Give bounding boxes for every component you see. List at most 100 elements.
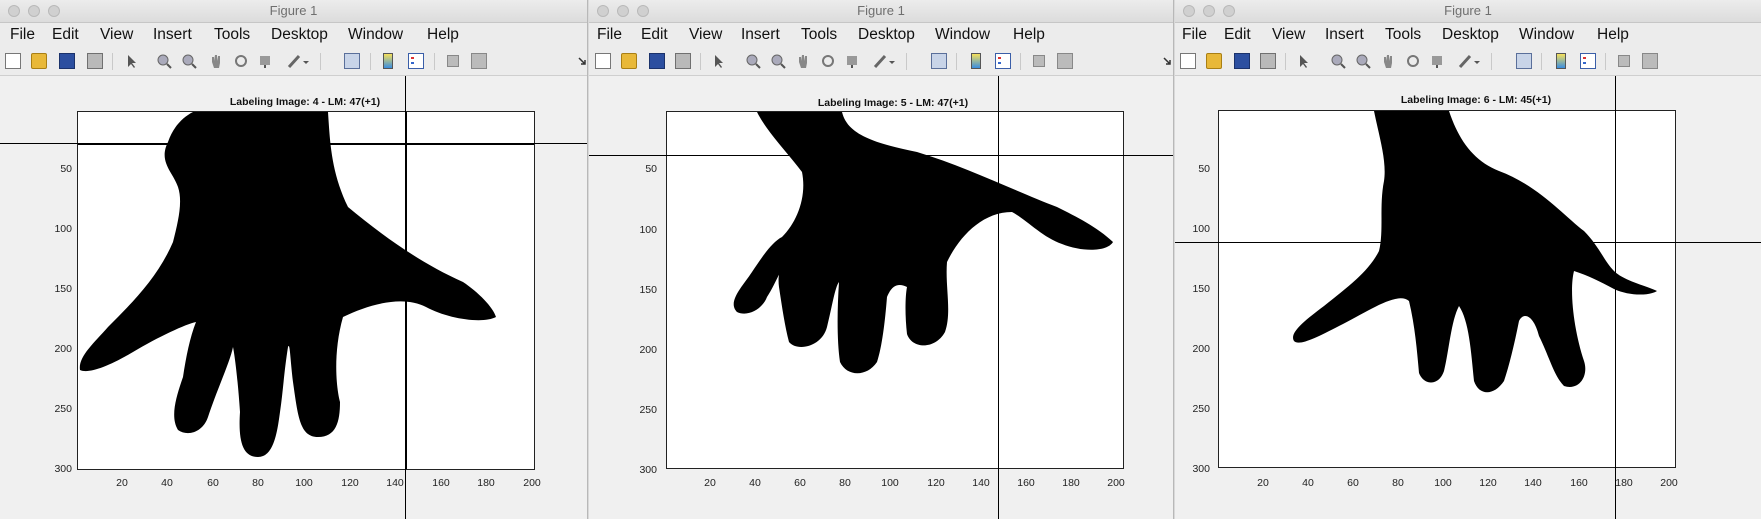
image-axes[interactable] (666, 111, 1124, 469)
title-bar[interactable]: Figure 1 (0, 0, 587, 23)
select-arrow-icon[interactable] (124, 53, 140, 69)
brush-icon[interactable] (286, 53, 302, 69)
brush-dropdown-icon[interactable] (302, 53, 310, 69)
save-icon[interactable] (649, 53, 665, 69)
toolbar-separator (112, 53, 113, 70)
menu-view[interactable]: View (100, 26, 133, 44)
toolbar-separator (906, 53, 907, 70)
link-plot-icon[interactable] (931, 53, 947, 69)
menu-desktop[interactable]: Desktop (271, 26, 328, 44)
save-icon[interactable] (1234, 53, 1250, 69)
data-cursor-icon[interactable] (1430, 53, 1446, 69)
menu-insert[interactable]: Insert (1325, 26, 1364, 44)
colorbar-icon[interactable] (971, 53, 981, 69)
toolbar-separator (1285, 53, 1286, 70)
dock-arrow-icon[interactable] (1162, 53, 1172, 69)
toolbar-separator (320, 53, 321, 70)
menu-help[interactable]: Help (427, 26, 459, 44)
new-figure-icon[interactable] (595, 53, 611, 69)
menu-tools[interactable]: Tools (801, 26, 837, 44)
menu-view[interactable]: View (689, 26, 722, 44)
menu-file[interactable]: File (597, 26, 622, 44)
data-cursor-icon[interactable] (845, 53, 861, 69)
menu-help[interactable]: Help (1013, 26, 1045, 44)
legend-icon[interactable] (995, 53, 1011, 69)
brush-icon[interactable] (1457, 53, 1473, 69)
title-bar[interactable]: Figure 1 (1175, 0, 1761, 23)
print-icon[interactable] (675, 53, 691, 69)
select-arrow-icon[interactable] (1296, 53, 1312, 69)
show-plot-tools-icon[interactable] (471, 53, 487, 69)
image-axes[interactable] (77, 111, 535, 470)
pan-hand-icon[interactable] (208, 53, 224, 69)
figure-window-1: Figure 1 File Edit View Insert Tools Des… (0, 0, 588, 519)
zoom-out-icon[interactable] (770, 53, 786, 69)
zoom-in-icon[interactable] (745, 53, 761, 69)
y-tick-label: 150 (1192, 283, 1210, 295)
window-title: Figure 1 (857, 3, 905, 18)
menu-window[interactable]: Window (1519, 26, 1574, 44)
hide-plot-tools-icon[interactable] (1618, 55, 1630, 67)
zoom-out-icon[interactable] (1355, 53, 1371, 69)
brush-dropdown-icon[interactable] (1473, 53, 1481, 69)
rotate-3d-icon[interactable] (233, 53, 249, 69)
image-axes[interactable] (1218, 110, 1676, 468)
zoom-in-icon[interactable] (156, 53, 172, 69)
zoom-in-icon[interactable] (1330, 53, 1346, 69)
menu-tools[interactable]: Tools (214, 26, 250, 44)
print-icon[interactable] (1260, 53, 1276, 69)
show-plot-tools-icon[interactable] (1642, 53, 1658, 69)
rotate-3d-icon[interactable] (820, 53, 836, 69)
open-file-icon[interactable] (621, 53, 637, 69)
x-tick-label: 140 (1524, 477, 1542, 489)
colorbar-icon[interactable] (1556, 53, 1566, 69)
new-figure-icon[interactable] (5, 53, 21, 69)
link-plot-icon[interactable] (1516, 53, 1532, 69)
save-icon[interactable] (59, 53, 75, 69)
menu-insert[interactable]: Insert (153, 26, 192, 44)
select-arrow-icon[interactable] (711, 53, 727, 69)
legend-icon[interactable] (1580, 53, 1596, 69)
toolbar-separator (1491, 53, 1492, 70)
toolbar-separator (956, 53, 957, 70)
pan-hand-icon[interactable] (1380, 53, 1396, 69)
pan-hand-icon[interactable] (795, 53, 811, 69)
menu-window[interactable]: Window (348, 26, 403, 44)
menu-edit[interactable]: Edit (52, 26, 79, 44)
zoom-out-icon[interactable] (181, 53, 197, 69)
menu-edit[interactable]: Edit (641, 26, 668, 44)
menu-insert[interactable]: Insert (741, 26, 780, 44)
legend-icon[interactable] (408, 53, 424, 69)
menu-window[interactable]: Window (935, 26, 990, 44)
menu-edit[interactable]: Edit (1224, 26, 1251, 44)
link-plot-icon[interactable] (344, 53, 360, 69)
hide-plot-tools-icon[interactable] (1033, 55, 1045, 67)
x-tick-label: 160 (1570, 477, 1588, 489)
hide-plot-tools-icon[interactable] (447, 55, 459, 67)
toolbar-separator (1541, 53, 1542, 70)
menu-desktop[interactable]: Desktop (1442, 26, 1499, 44)
data-cursor-icon[interactable] (258, 53, 274, 69)
open-file-icon[interactable] (1206, 53, 1222, 69)
figure-window-3: Figure 1 File Edit View Insert Tools Des… (1175, 0, 1761, 519)
dock-arrow-icon[interactable] (577, 53, 587, 69)
menu-view[interactable]: View (1272, 26, 1305, 44)
figure-window-2: Figure 1 File Edit View Insert Tools Des… (589, 0, 1174, 519)
title-bar[interactable]: Figure 1 (589, 0, 1173, 23)
brush-icon[interactable] (872, 53, 888, 69)
crosshair-horizontal-line (78, 144, 534, 145)
menu-file[interactable]: File (10, 26, 35, 44)
print-icon[interactable] (87, 53, 103, 69)
new-figure-icon[interactable] (1180, 53, 1196, 69)
menu-file[interactable]: File (1182, 26, 1207, 44)
open-file-icon[interactable] (31, 53, 47, 69)
hand-silhouette-image (79, 112, 496, 457)
menu-tools[interactable]: Tools (1385, 26, 1421, 44)
colorbar-icon[interactable] (383, 53, 393, 69)
brush-dropdown-icon[interactable] (888, 53, 896, 69)
show-plot-tools-icon[interactable] (1057, 53, 1073, 69)
rotate-3d-icon[interactable] (1405, 53, 1421, 69)
menu-desktop[interactable]: Desktop (858, 26, 915, 44)
menu-help[interactable]: Help (1597, 26, 1629, 44)
x-tick-label: 160 (1017, 477, 1035, 489)
